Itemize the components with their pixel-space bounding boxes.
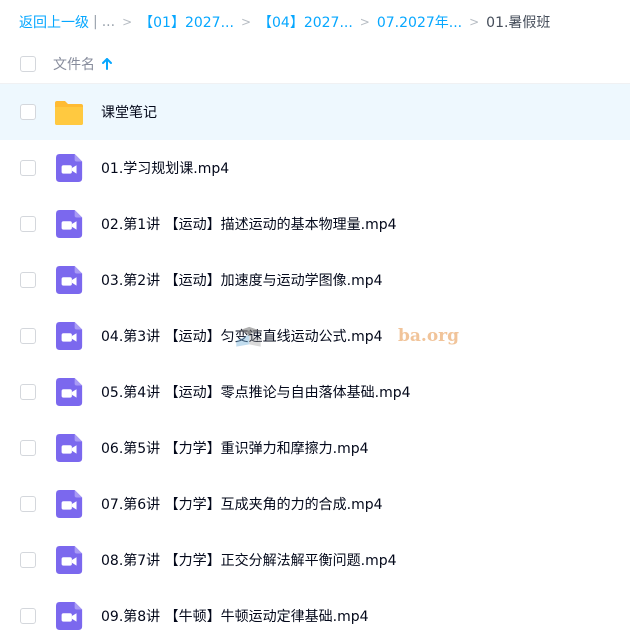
breadcrumb-item[interactable]: 【01】2027... (139, 12, 234, 32)
file-list: 课堂笔记 01.学习规划课.mp4 02.第1讲 【运动】描述运动的基本物理量.mp… (0, 84, 630, 636)
row-checkbox[interactable] (20, 104, 36, 120)
back-link[interactable]: 返回上一级 (19, 12, 89, 32)
video-file-icon (56, 601, 86, 631)
video-file-icon (56, 489, 86, 519)
video-file-icon (56, 377, 86, 407)
column-filename-label: 文件名 (53, 57, 95, 73)
video-file-icon (56, 433, 86, 463)
file-row[interactable]: 04.第3讲 【运动】匀变速直线运动公式.mp4 (0, 308, 630, 364)
breadcrumb: 返回上一级 | ... > 【01】2027... > 【04】2027... … (0, 0, 630, 44)
row-checkbox[interactable] (20, 384, 36, 400)
row-checkbox[interactable] (20, 328, 36, 344)
row-checkbox[interactable] (20, 496, 36, 512)
breadcrumb-divider: | (93, 14, 98, 30)
file-name[interactable]: 06.第5讲 【力学】重识弹力和摩擦力.mp4 (101, 438, 369, 458)
row-checkbox[interactable] (20, 552, 36, 568)
file-name[interactable]: 02.第1讲 【运动】描述运动的基本物理量.mp4 (101, 214, 397, 234)
file-name[interactable]: 07.第6讲 【力学】互成夹角的力的合成.mp4 (101, 494, 383, 514)
file-name[interactable]: 05.第4讲 【运动】零点推论与自由落体基础.mp4 (101, 382, 411, 402)
file-name[interactable]: 03.第2讲 【运动】加速度与运动学图像.mp4 (101, 270, 383, 290)
file-row[interactable]: 09.第8讲 【牛顿】牛顿运动定律基础.mp4 (0, 588, 630, 636)
chevron-right-icon: > (122, 15, 133, 29)
file-name[interactable]: 08.第7讲 【力学】正交分解法解平衡问题.mp4 (101, 550, 397, 570)
chevron-right-icon: > (359, 15, 370, 29)
row-checkbox[interactable] (20, 608, 36, 624)
file-browser: 返回上一级 | ... > 【01】2027... > 【04】2027... … (0, 0, 630, 636)
folder-row[interactable]: 课堂笔记 (0, 84, 630, 140)
video-file-icon (56, 545, 86, 575)
select-all-checkbox[interactable] (20, 56, 36, 72)
row-checkbox[interactable] (20, 440, 36, 456)
video-file-icon (56, 265, 86, 295)
folder-icon (52, 97, 83, 127)
column-filename[interactable]: 文件名 (53, 54, 113, 74)
row-checkbox[interactable] (20, 216, 36, 232)
file-row[interactable]: 07.第6讲 【力学】互成夹角的力的合成.mp4 (0, 476, 630, 532)
file-row[interactable]: 03.第2讲 【运动】加速度与运动学图像.mp4 (0, 252, 630, 308)
file-list-header: 文件名 (0, 44, 630, 84)
file-name[interactable]: 09.第8讲 【牛顿】牛顿运动定律基础.mp4 (101, 606, 369, 626)
row-checkbox[interactable] (20, 160, 36, 176)
video-file-icon (56, 321, 86, 351)
breadcrumb-item[interactable]: 07.2027年... (377, 12, 462, 32)
file-name[interactable]: 04.第3讲 【运动】匀变速直线运动公式.mp4 (101, 326, 383, 346)
breadcrumb-current: 01.暑假班 (486, 15, 551, 31)
file-name[interactable]: 课堂笔记 (101, 102, 157, 122)
breadcrumb-item[interactable]: 【04】2027... (258, 12, 353, 32)
file-row[interactable]: 06.第5讲 【力学】重识弹力和摩擦力.mp4 (0, 420, 630, 476)
file-row[interactable]: 05.第4讲 【运动】零点推论与自由落体基础.mp4 (0, 364, 630, 420)
row-checkbox[interactable] (20, 272, 36, 288)
breadcrumb-ellipsis[interactable]: ... (102, 14, 115, 30)
chevron-right-icon: > (469, 15, 480, 29)
file-name[interactable]: 01.学习规划课.mp4 (101, 158, 229, 178)
file-row[interactable]: 08.第7讲 【力学】正交分解法解平衡问题.mp4 (0, 532, 630, 588)
file-row[interactable]: 01.学习规划课.mp4 (0, 140, 630, 196)
file-row[interactable]: 02.第1讲 【运动】描述运动的基本物理量.mp4 (0, 196, 630, 252)
sort-ascending-icon (102, 58, 112, 70)
video-file-icon (56, 209, 86, 239)
video-file-icon (56, 153, 86, 183)
chevron-right-icon: > (240, 15, 251, 29)
